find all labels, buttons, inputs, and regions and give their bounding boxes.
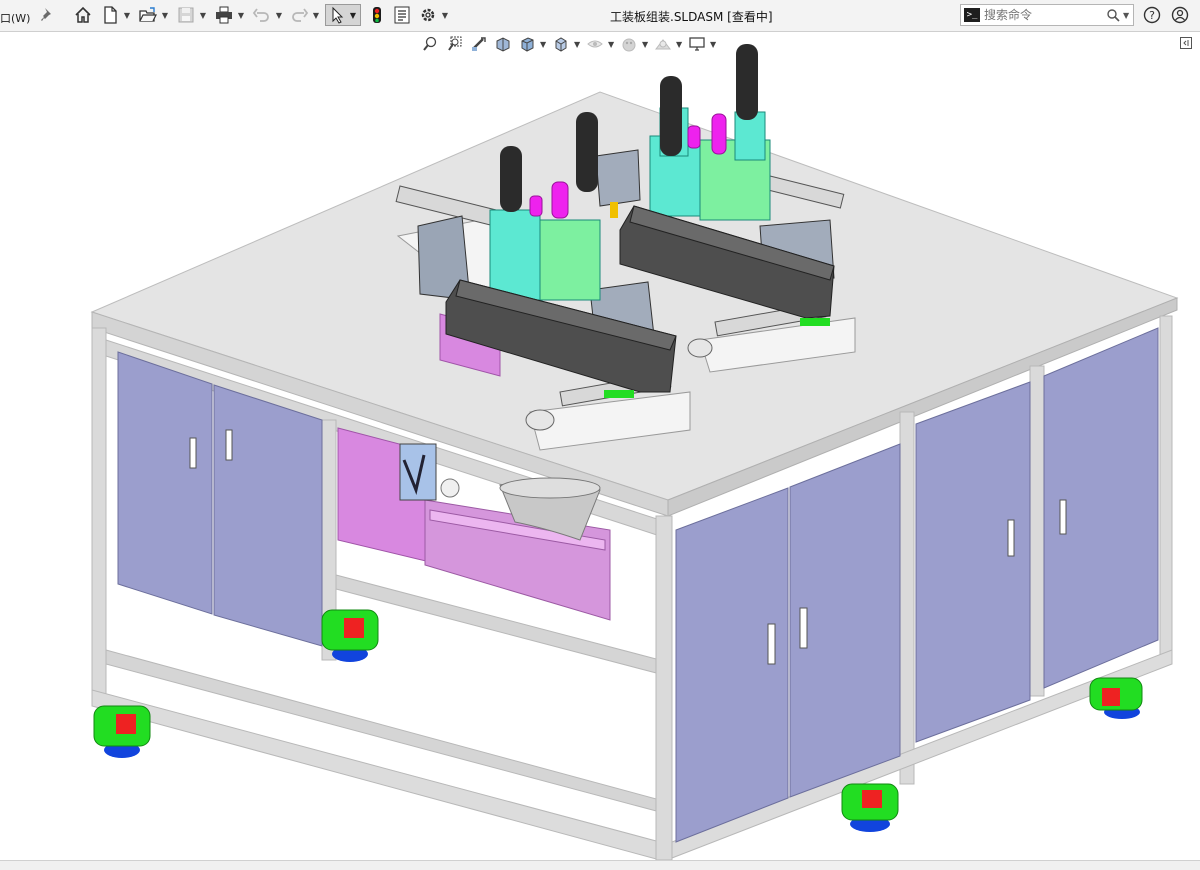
- save-icon[interactable]: [175, 4, 197, 26]
- print-icon[interactable]: [213, 4, 235, 26]
- rebuild-icon[interactable]: [366, 4, 388, 26]
- open-icon[interactable]: [137, 4, 159, 26]
- chevron-down-icon[interactable]: ▼: [237, 4, 245, 26]
- chevron-down-icon[interactable]: ▼: [275, 4, 283, 26]
- command-prompt-icon: >_: [964, 8, 980, 22]
- chevron-down-icon[interactable]: ▼: [199, 4, 207, 26]
- search-box[interactable]: >_ ▼: [960, 4, 1134, 26]
- chevron-down-icon[interactable]: ▼: [312, 4, 320, 26]
- chevron-down-icon[interactable]: ▼: [441, 4, 449, 26]
- chevron-down-icon[interactable]: ▼: [161, 4, 169, 26]
- left-cabinet-doors: [117, 351, 323, 647]
- help-icon[interactable]: ?: [1141, 4, 1163, 26]
- new-document-icon[interactable]: [99, 4, 121, 26]
- user-icon[interactable]: [1169, 4, 1191, 26]
- redo-icon[interactable]: [288, 4, 310, 26]
- svg-text:?: ?: [1149, 9, 1155, 22]
- file-properties-icon[interactable]: [391, 4, 413, 26]
- select-icon[interactable]: ▼: [325, 4, 361, 26]
- document-title: 工装板组装.SLDASM [查看中]: [610, 10, 773, 24]
- pin-icon[interactable]: [36, 4, 58, 26]
- assembly-model[interactable]: [0, 32, 1200, 861]
- graphics-viewport[interactable]: [0, 32, 1200, 861]
- options-icon[interactable]: [417, 4, 439, 26]
- home-icon[interactable]: [72, 4, 94, 26]
- chevron-down-icon[interactable]: ▼: [123, 4, 131, 26]
- search-icon[interactable]: [1106, 8, 1120, 22]
- search-input[interactable]: [984, 8, 1104, 22]
- chevron-down-icon[interactable]: ▼: [1123, 11, 1129, 20]
- undo-icon[interactable]: [251, 4, 273, 26]
- command-toolbar: 口(W) ▼ ▼ ▼ ▼ ▼ ▼ ▼ ▼ 工装板组装.SLDASM [查看中]: [0, 0, 1200, 32]
- window-menu[interactable]: 口(W): [0, 7, 30, 29]
